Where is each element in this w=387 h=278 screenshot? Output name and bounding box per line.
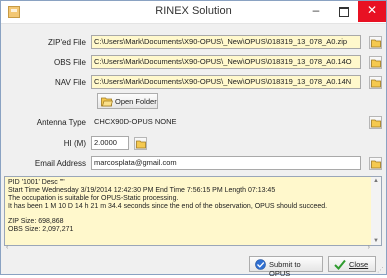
zip-file-field[interactable]: C:\Users\Mark\Documents\X90-OPUS\_New\OP… (91, 35, 361, 49)
checkmark-icon (334, 259, 346, 270)
email-field[interactable]: marcosplata@gmail.com (91, 156, 361, 170)
folder-icon (371, 160, 381, 169)
log-line: It has been 1 M 10 D 14 h 21 m 34.4 seco… (8, 203, 328, 210)
folder-icon (371, 79, 381, 88)
email-select-button[interactable] (369, 157, 382, 170)
folder-icon (371, 59, 381, 68)
obs-browse-button[interactable] (369, 56, 382, 69)
log-line: ZIP Size: 698,868 (8, 218, 64, 225)
close-label: Close (349, 260, 369, 269)
hi-select-button[interactable] (134, 137, 147, 150)
nav-file-label: NAV File (55, 78, 86, 87)
log-horizontal-scrollbar[interactable]: ‹ › (4, 244, 382, 252)
maximize-button[interactable] (330, 1, 358, 22)
obs-file-label: OBS File (53, 58, 86, 67)
nav-file-field[interactable]: C:\Users\Mark\Documents\X90-OPUS\_New\OP… (91, 75, 361, 89)
minimize-button[interactable]: – (302, 1, 330, 22)
antenna-type-label: Antenna Type (36, 118, 86, 127)
folder-icon (371, 39, 381, 48)
window-close-button[interactable]: ✕ (358, 1, 386, 22)
log-line: OBS Size: 2,097,271 (8, 226, 74, 233)
hi-field[interactable]: 2.0000 (91, 136, 129, 150)
folder-icon (371, 119, 381, 128)
log-line: PID '1001' Desc "" (8, 179, 65, 186)
rinex-solution-window: RINEX Solution – ✕ ZIP'ed File C:\Users\… (0, 0, 387, 278)
scroll-down-icon[interactable]: ▼ (373, 238, 379, 244)
maximize-icon (339, 7, 349, 17)
globe-icon (255, 259, 266, 270)
email-label: Email Address (34, 159, 86, 168)
scroll-left-icon[interactable]: ‹ (6, 244, 8, 251)
resize-grip-icon[interactable]: ⋰ (377, 266, 384, 274)
obs-file-field[interactable]: C:\Users\Mark\Documents\X90-OPUS\_New\OP… (91, 55, 361, 69)
open-folder-button[interactable]: Open Folder (97, 93, 158, 109)
solution-log[interactable]: PID '1001' Desc "" Start Time Wednesday … (4, 176, 382, 246)
close-button[interactable]: Close (328, 256, 376, 272)
hi-label: HI (M) (63, 139, 86, 148)
titlebar: RINEX Solution – ✕ (1, 1, 386, 24)
log-vertical-scrollbar[interactable]: ▲ ▼ (371, 177, 381, 245)
submit-to-opus-button[interactable]: Submit to OPUS (249, 256, 323, 278)
submit-label: Submit to OPUS (269, 260, 301, 278)
log-line: The occupation is suitable for OPUS-Stat… (8, 195, 179, 202)
open-folder-icon (101, 97, 113, 107)
antenna-select-button[interactable] (369, 116, 382, 129)
scroll-up-icon[interactable]: ▲ (373, 178, 379, 184)
zip-browse-button[interactable] (369, 36, 382, 49)
nav-browse-button[interactable] (369, 76, 382, 89)
scroll-right-icon[interactable]: › (368, 244, 370, 251)
open-folder-label: Open Folder (115, 97, 157, 106)
antenna-type-value: CHCX90D-OPUS NONE (91, 115, 361, 129)
folder-icon (136, 140, 146, 149)
zip-file-label: ZIP'ed File (48, 38, 86, 47)
log-line: Start Time Wednesday 3/19/2014 12:42:30 … (8, 187, 276, 194)
